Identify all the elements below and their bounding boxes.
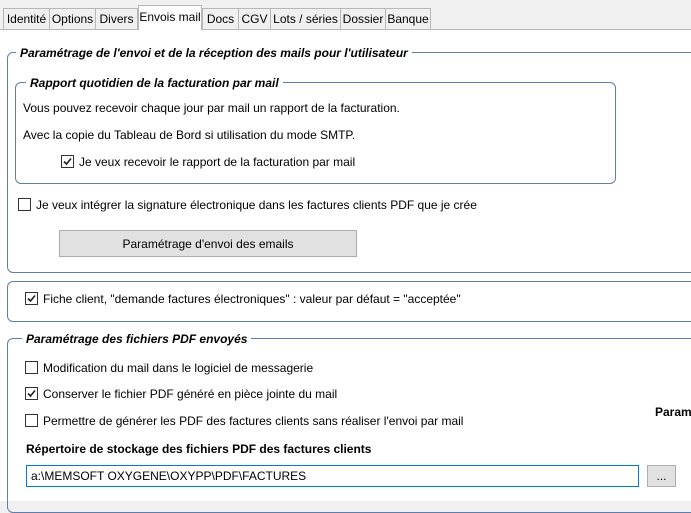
daily-report-title: Rapport quotidien de la facturation par … [26, 76, 283, 90]
checkmark-icon [27, 294, 36, 303]
tab-docs[interactable]: Docs [202, 8, 239, 29]
pdf-option-label[interactable]: Conserver le fichier PDF généré en pièce… [43, 387, 337, 401]
tab-cgv[interactable]: CGV [238, 8, 271, 29]
tab-panel-envois-mail: Paramétrage de l'envoi et de la réceptio… [0, 30, 691, 513]
mail-settings-title: Paramétrage de l'envoi et de la réceptio… [16, 46, 412, 60]
pdf-directory-label: Répertoire de stockage des fichiers PDF … [26, 442, 372, 456]
pdf-option-label[interactable]: Modification du mail dans le logiciel de… [43, 361, 313, 375]
tab-lots-series[interactable]: Lots / séries [270, 8, 341, 29]
pdf-option-checkbox[interactable] [25, 387, 38, 400]
tab-options[interactable]: Options [49, 8, 96, 29]
checkmark-icon [27, 389, 36, 398]
daily-report-description-2: Avec la copie du Tableau de Bord si util… [23, 128, 356, 142]
browse-button[interactable]: ... [647, 465, 676, 487]
daily-report-description-1: Vous pouvez recevoir chaque jour par mai… [23, 101, 400, 115]
tab-banque[interactable]: Banque [385, 8, 431, 29]
daily-report-checkbox-label[interactable]: Je veux recevoir le rapport de la factur… [79, 155, 355, 169]
pdf-directory-input[interactable] [26, 465, 639, 487]
tab-envois-mail[interactable]: Envois mail [138, 5, 202, 30]
signature-checkbox-label[interactable]: Je veux intégrer la signature électroniq… [36, 198, 477, 212]
tab-dossier[interactable]: Dossier [340, 8, 386, 29]
pdf-option-checkbox[interactable] [25, 361, 38, 374]
pdf-option-label[interactable]: Permettre de générer les PDF des facture… [43, 414, 463, 428]
pdf-option-checkbox[interactable] [25, 414, 38, 427]
pdf-settings-title: Paramétrage des fichiers PDF envoyés [22, 332, 252, 346]
tab-identite[interactable]: Identité [3, 8, 50, 29]
param-side-label: Param [655, 405, 691, 419]
client-card-checkbox-label[interactable]: Fiche client, "demande factures électron… [43, 292, 461, 306]
daily-report-checkbox[interactable] [61, 155, 74, 168]
checkmark-icon [63, 157, 72, 166]
tab-divers[interactable]: Divers [95, 8, 138, 29]
tab-bar: Identité Options Divers Envois mail Docs… [0, 0, 691, 30]
client-card-checkbox[interactable] [25, 292, 38, 305]
email-settings-button[interactable]: Paramétrage d'envoi des emails [59, 230, 357, 257]
signature-checkbox[interactable] [18, 198, 31, 211]
